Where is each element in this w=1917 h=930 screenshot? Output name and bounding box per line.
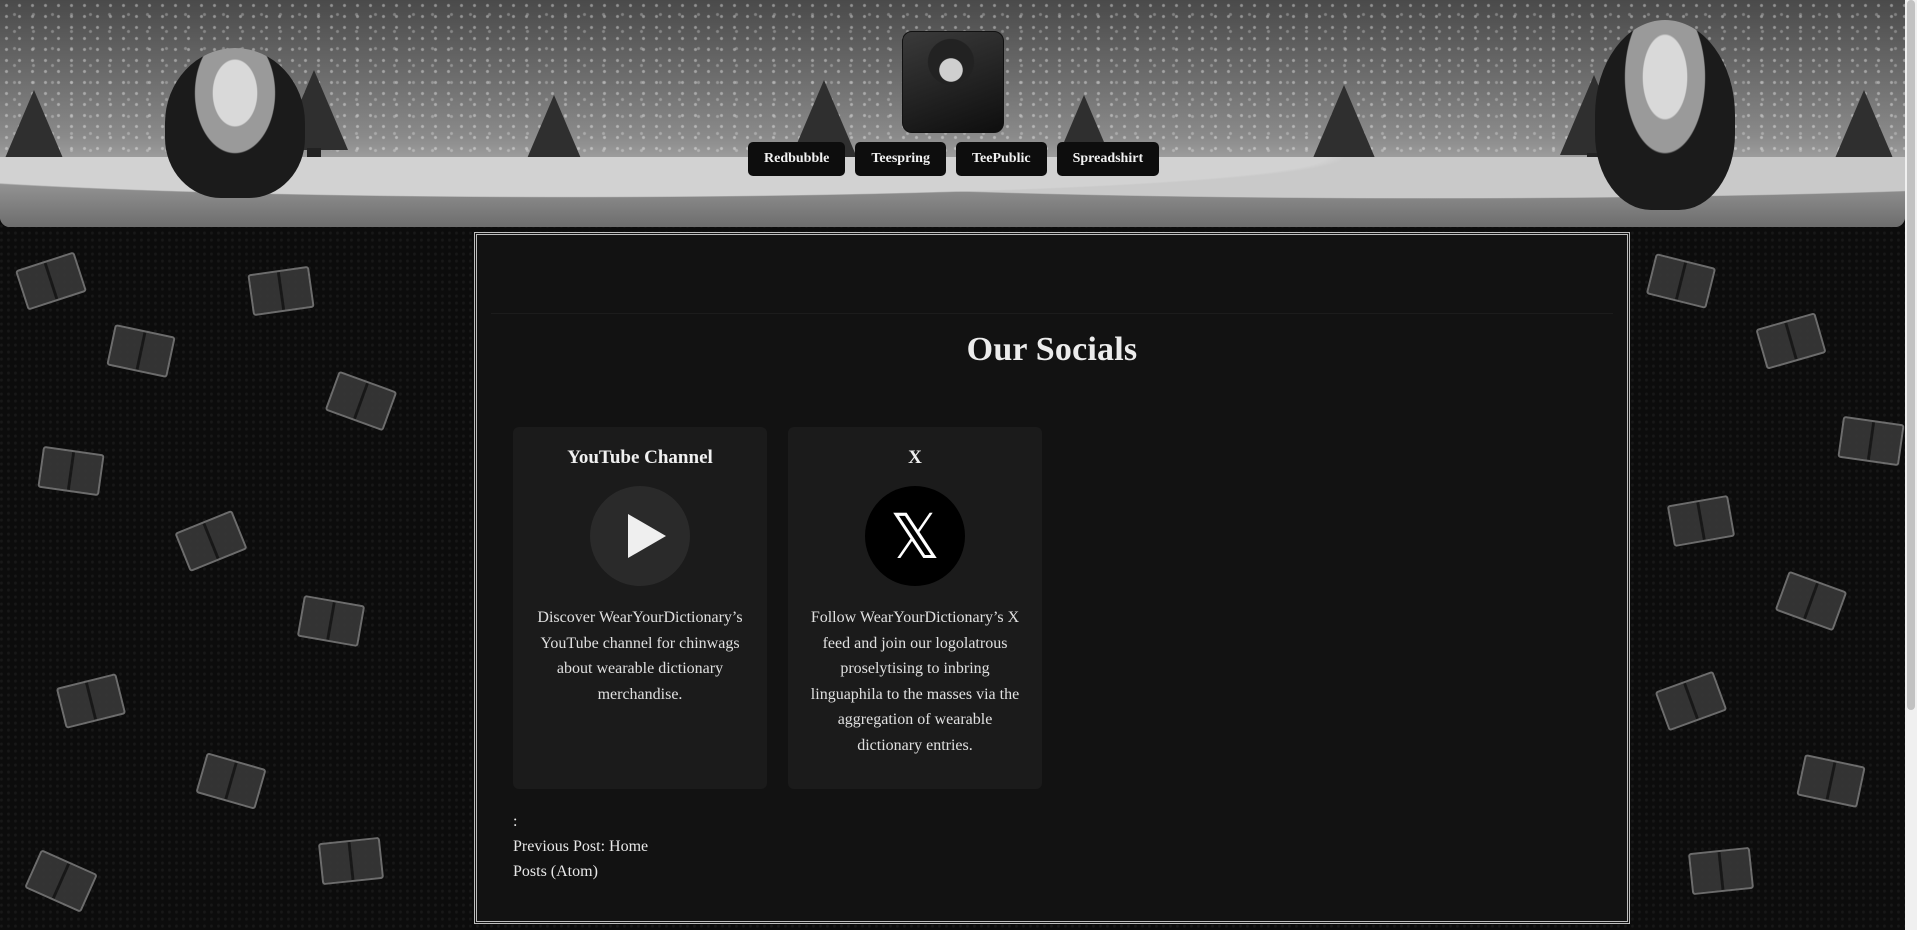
previous-post-link[interactable]: Previous Post: Home bbox=[513, 834, 648, 859]
spreadshirt-button[interactable]: Spreadshirt bbox=[1056, 142, 1160, 176]
book-pattern bbox=[247, 265, 315, 317]
content-panel: Our Socials YouTube Channel Discover Wea… bbox=[474, 232, 1630, 924]
book-pattern bbox=[324, 370, 398, 432]
book-pattern bbox=[1755, 312, 1827, 370]
x-card[interactable]: X 𝕏 Follow WearYourDictionary’s X feed a… bbox=[788, 427, 1042, 789]
book-pattern bbox=[37, 445, 105, 497]
book-pattern bbox=[1837, 415, 1905, 467]
character-illustration-left bbox=[165, 48, 305, 198]
book-pattern bbox=[1654, 670, 1728, 732]
post-navigation: : Previous Post: Home Posts (Atom) bbox=[513, 809, 648, 884]
page-title: Our Socials bbox=[966, 331, 1138, 368]
redbubble-button[interactable]: Redbubble bbox=[748, 142, 846, 176]
play-icon[interactable] bbox=[590, 486, 690, 586]
site-avatar[interactable] bbox=[902, 31, 1004, 133]
scrollbar[interactable] bbox=[1905, 0, 1917, 930]
book-pattern bbox=[15, 251, 87, 311]
book-pattern bbox=[1687, 846, 1755, 896]
shop-links-nav: Redbubble Teespring TeePublic Spreadshir… bbox=[748, 142, 1160, 176]
book-pattern bbox=[195, 752, 267, 810]
book-pattern bbox=[55, 673, 127, 729]
book-pattern bbox=[317, 836, 385, 886]
x-logo-icon[interactable]: 𝕏 bbox=[865, 486, 965, 586]
book-pattern bbox=[106, 324, 176, 378]
book-pattern bbox=[296, 594, 366, 648]
book-pattern bbox=[1645, 253, 1717, 309]
card-title: X bbox=[908, 447, 922, 468]
separator: : bbox=[513, 813, 518, 830]
book-pattern bbox=[1666, 494, 1736, 548]
teepublic-button[interactable]: TeePublic bbox=[955, 142, 1047, 176]
tree-decoration bbox=[1310, 85, 1378, 177]
teespring-button[interactable]: Teespring bbox=[855, 142, 946, 176]
card-title: YouTube Channel bbox=[567, 447, 713, 468]
atom-feed-link[interactable]: Posts (Atom) bbox=[513, 859, 648, 884]
book-pattern bbox=[1796, 754, 1866, 808]
youtube-card[interactable]: YouTube Channel Discover WearYourDiction… bbox=[513, 427, 767, 789]
book-pattern bbox=[174, 509, 248, 573]
card-description: Follow WearYourDictionary’s X feed and j… bbox=[810, 609, 1020, 754]
divider bbox=[491, 313, 1613, 314]
scrollbar-thumb[interactable] bbox=[1907, 0, 1915, 710]
book-pattern bbox=[1774, 570, 1848, 632]
card-description: Discover WearYourDictionary’s YouTube ch… bbox=[537, 609, 743, 703]
character-illustration-right bbox=[1595, 20, 1735, 210]
book-pattern bbox=[24, 849, 98, 913]
header-banner: Redbubble Teespring TeePublic Spreadshir… bbox=[0, 0, 1905, 227]
